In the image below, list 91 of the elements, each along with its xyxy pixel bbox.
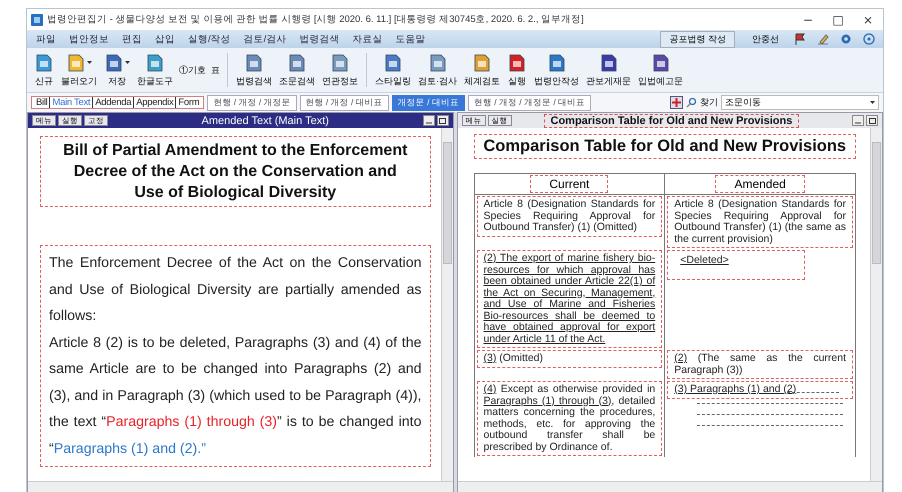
flag-icon[interactable] [794,33,806,45]
menu-item[interactable]: 파일 [31,32,61,46]
maximize-button[interactable] [436,115,448,126]
column-header: Amended [715,175,805,193]
search-icon [686,97,697,108]
toolbar-button[interactable]: 검토·검사 [415,52,460,88]
document-icon [244,52,264,72]
window-control[interactable]: × [853,12,883,26]
document-icon [287,52,307,72]
table-cell: Article 8 (Designation Standards for Species Requiring Approval for Outbound Transfer) (1) (Omitted) [476,196,662,236]
document-icon [428,52,448,72]
document-icon [34,52,54,72]
dropdown-arrow-icon [870,101,875,104]
view-tab[interactable]: 현행 / 개정 / 대비표 [300,94,389,110]
document-icon [383,52,403,72]
article-jump-field[interactable]: 조문이동 [721,95,879,110]
toolbar-button[interactable]: ①기호 [177,62,208,78]
app-icon [31,14,43,26]
menu-item[interactable]: 자료실 [347,32,388,46]
scrollbar[interactable] [28,481,452,492]
settings-icon[interactable] [840,33,852,45]
toolbar-button[interactable]: 입법예고문 [635,52,686,88]
document-icon [598,52,618,72]
document-icon [546,52,566,72]
table-cell: (3) (Omitted) [476,350,662,368]
menu-item[interactable]: 법령검색 [294,32,344,46]
toolbar-button[interactable]: 법령검색 [233,52,275,88]
table-cell: (4) Except as otherwise provided in Paragraphs (1) through (3), detailed matters concerning the procedures, methods, etc. for approving the outbound transfer shall be prescribed by Ordinance of. [476,381,662,456]
table-cell: Article 8 (Designation Standards for Species Requiring Approval for Outbound Transfer) (1) (the same as the current provision) [667,196,853,248]
paragraph-text: The Enforcement Decree of the Act on the Conservation and Use of Biological Diversity are partially amended as follows: [49,254,422,326]
table-heading: Comparison Table for Old and New Provisions [474,134,856,159]
maximize-icon [868,118,876,124]
document-tab[interactable]: Form [176,97,202,108]
scrollbar[interactable] [870,128,882,481]
view-tab[interactable]: 현행 / 개정 / 개정문 / 대비표 [468,94,592,110]
document-icon [66,52,86,72]
column-header: Current [530,175,608,193]
toolbar-button[interactable]: 불러오기 [58,52,100,88]
toolbar-button[interactable]: 한글도구 [134,52,176,88]
grid-icon[interactable] [670,96,683,109]
document-tab[interactable]: Appendix [134,97,176,108]
dropdown-arrow-icon [87,61,92,64]
window-control[interactable]: − [793,12,823,26]
minimize-button[interactable] [422,115,434,126]
view-tab[interactable]: 현행 / 개정 / 개정문 [207,94,297,110]
menu-item[interactable]: 편집 [117,32,147,46]
panel-title: Comparison Table for Old and New Provisions [544,114,800,128]
table-cell: <Deleted> [667,250,805,280]
document-icon [507,52,527,72]
document-icon [650,52,670,72]
document-tab[interactable]: Bill [34,97,50,108]
toolbar-button[interactable]: 스타일링 [372,52,414,88]
edit-icon[interactable] [817,33,829,45]
document-icon [104,52,124,72]
toolbar-button[interactable]: 관보게재문 [583,52,634,88]
toolbar-button[interactable]: 체계검토 [461,52,503,88]
document-icon [472,52,492,72]
toolbar-button[interactable]: 신규 [31,52,57,88]
scrollbar[interactable] [440,128,452,481]
document-tab[interactable]: Addenda [93,97,134,108]
menu-item[interactable]: 검토/검사 [238,32,292,46]
toolbar-button[interactable]: 법령안작성 [531,52,582,88]
menu-item[interactable]: 도움말 [390,32,430,46]
table-cell: (3) Paragraphs (1) and (2) [667,381,853,398]
dropdown-arrow-icon [125,61,130,64]
panel-title: Amended Text (Main Text) [200,114,330,126]
toolbar-button[interactable]: 조문검색 [276,52,318,88]
view-tab[interactable]: 개정문 / 대비표 [392,94,465,110]
toolbar-button[interactable]: 실행 [504,52,530,88]
document-icon [145,52,165,72]
search-label: 찾기 [700,96,718,109]
bill-heading: Bill of Partial Amendment to the Enforcement Decree of the Act on the Conservation and Use of Biological Diversity [40,136,430,207]
document-tab[interactable]: Main Text [50,97,92,108]
table-cell: (2) (The same as the current Paragraph (3)) [667,350,853,379]
toolbar-button[interactable]: 저장 [101,52,133,88]
menu-item[interactable]: 삽입 [150,32,180,46]
menu-item[interactable]: 법안정보 [64,32,114,46]
publish-button[interactable]: 공포법령 작성 [660,30,735,48]
user-name: 안중선 [752,32,779,46]
table-cell: (2) The export of marine fishery bio-resources for which approval has been obtained under Article 22(1) of the Act on Securing, Management, and Use of Marine and Fisheries Bio-resources shall be deemed to have obtained approval for export under Article 11 of the Act. [476,250,662,348]
scrollbar[interactable] [458,481,882,492]
window-title: 법령안편집기 - 생물다양성 보전 및 이용에 관한 법률 시행령 [시행 2020. 6. 11.] [대통령령 제30745호, 2020. 6. 2., 일부개정] [47,13,584,26]
toolbar-button[interactable]: 연관정보 [319,52,361,88]
maximize-icon [439,118,446,124]
menu-item[interactable]: 실행/작성 [183,32,236,46]
maximize-button[interactable] [866,115,878,126]
window-control[interactable]: □ [823,12,853,26]
paragraph-text: Article 8 (2) is to be deleted, Paragraphs (3) and (4) of the same Article are to be changed into Paragraphs (2) and (3), and in Paragraph (3) (which used to be Paragraph (4)), the text “Paragraphs (1) through (3)” is to be changed into “Paragraphs (1) and (2).” [49,334,422,458]
minimize-button[interactable] [852,115,864,126]
document-icon [330,52,350,72]
toolbar-button[interactable]: 표 [209,62,222,78]
